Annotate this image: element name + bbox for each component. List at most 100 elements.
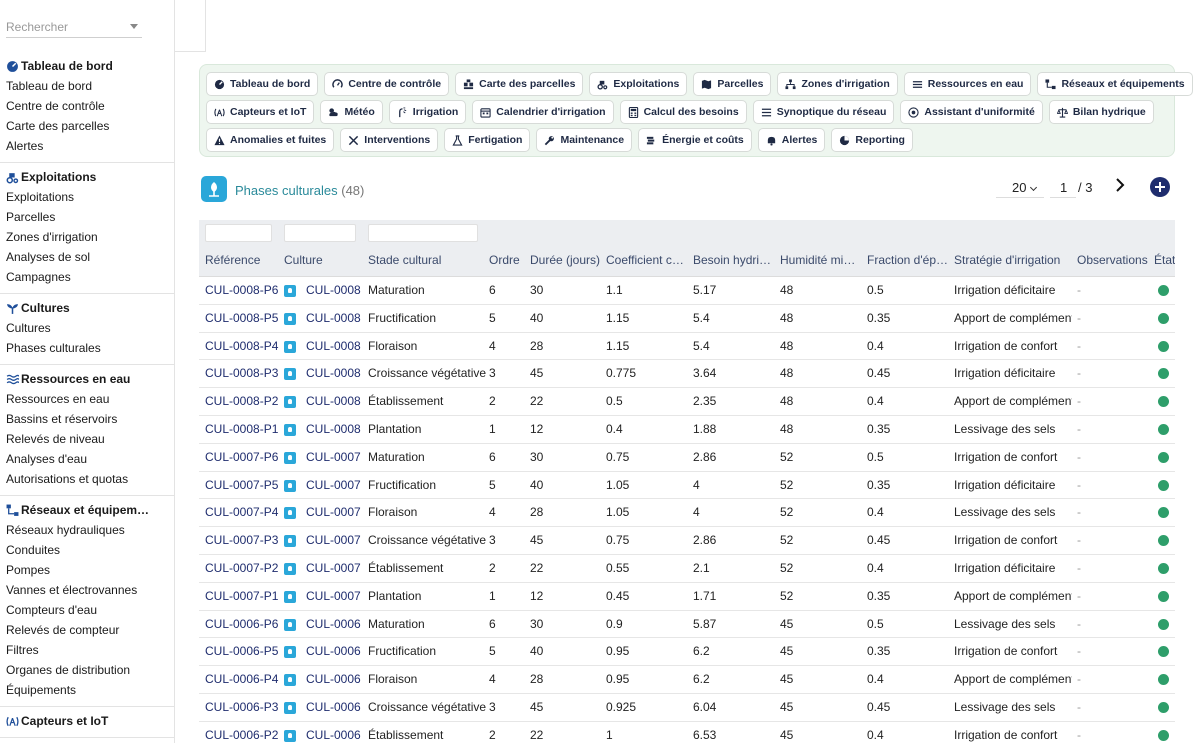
quick-link-button[interactable]: Réseaux et équipements (1037, 72, 1193, 96)
column-header[interactable]: Humidité mi… (780, 247, 862, 277)
column-header[interactable]: Coefficient c… (606, 247, 688, 277)
next-page-icon[interactable] (1113, 178, 1127, 192)
table-row[interactable]: CUL-0006-P2 CUL-0006 Établissement 2 22 1 6.53… (199, 722, 1175, 743)
reference-link[interactable]: CUL-0006-P5 (205, 638, 281, 665)
reference-link[interactable]: CUL-0007-P2 (205, 555, 281, 582)
quick-link-button[interactable]: Zones d'irrigation (777, 72, 898, 96)
search-select[interactable]: Rechercher (6, 14, 142, 38)
sidebar-item[interactable]: Autorisations et quotas (0, 469, 174, 489)
sidebar-item[interactable]: Analyses d'eau (0, 449, 174, 469)
culture-link[interactable]: CUL-0007 (306, 555, 364, 582)
column-header[interactable]: Durée (jours) (530, 247, 602, 277)
reference-link[interactable]: CUL-0008-P1 (205, 416, 281, 443)
page-size-select[interactable]: 20 (996, 176, 1044, 198)
quick-link-button[interactable]: Bilan hydrique (1048, 100, 1154, 124)
quick-link-button[interactable]: Synoptique du réseau (752, 100, 895, 124)
column-header[interactable]: Observations (1077, 247, 1149, 277)
culture-link[interactable]: CUL-0008 (306, 305, 364, 332)
reference-link[interactable]: CUL-0006-P3 (205, 694, 281, 721)
table-row[interactable]: CUL-0006-P6 CUL-0006 Maturation 6 30 0.9 5.87 4… (199, 611, 1175, 639)
quick-link-button[interactable]: Énergie et coûts (638, 128, 752, 152)
reference-link[interactable]: CUL-0006-P6 (205, 611, 281, 638)
reference-link[interactable]: CUL-0008-P4 (205, 333, 281, 360)
culture-link[interactable]: CUL-0008 (306, 333, 364, 360)
sidebar-item[interactable]: Équipements (0, 680, 174, 700)
sidebar-item[interactable]: Organes de distribution (0, 660, 174, 680)
sidebar-item[interactable]: Zones d'irrigation (0, 227, 174, 247)
culture-link[interactable]: CUL-0007 (306, 583, 364, 610)
column-header[interactable]: Stade cultural (368, 247, 486, 277)
sidebar-item[interactable]: Analyses de sol (0, 247, 174, 267)
reference-link[interactable]: CUL-0008-P6 (205, 277, 281, 304)
sidebar-item[interactable]: Campagnes (0, 267, 174, 287)
column-header[interactable]: Fraction d'ép… (867, 247, 949, 277)
quick-link-button[interactable]: Alertes (757, 128, 826, 152)
table-row[interactable]: CUL-0006-P3 CUL-0006 Croissance végétative… (199, 694, 1175, 722)
page-number-input[interactable]: 1 (1050, 176, 1076, 198)
quick-link-button[interactable]: Maintenance (536, 128, 633, 152)
quick-link-button[interactable]: Interventions (340, 128, 439, 152)
quick-link-button[interactable]: Centre de contrôle (324, 72, 450, 96)
quick-link-button[interactable]: Ressources en eau (903, 72, 1032, 96)
culture-link[interactable]: CUL-0008 (306, 360, 364, 387)
quick-link-button[interactable]: Capteurs et IoT (206, 100, 315, 124)
filter-reference-input[interactable] (205, 224, 272, 242)
table-row[interactable]: CUL-0007-P4 CUL-0007 Floraison 4 28 1.05 4 52 0.… (199, 499, 1175, 528)
quick-link-button[interactable]: Exploitations (589, 72, 688, 96)
column-header[interactable]: Besoin hydri… (693, 247, 775, 277)
column-header[interactable]: État (1154, 247, 1175, 277)
table-row[interactable]: CUL-0007-P1 CUL-0007 Plantation 1 12 0.45 1.71… (199, 583, 1175, 611)
table-row[interactable]: CUL-0006-P5 CUL-0006 Fructification 5 40 0.95… (199, 638, 1175, 667)
culture-link[interactable]: CUL-0007 (306, 527, 364, 554)
sidebar-group-title[interactable]: Tableau de bord (0, 56, 174, 76)
quick-link-button[interactable]: Carte des parcelles (455, 72, 584, 96)
quick-link-button[interactable]: Reporting (831, 128, 913, 152)
sidebar-item[interactable]: Exploitations (0, 187, 174, 207)
sidebar-item[interactable]: Alertes (0, 136, 174, 156)
reference-link[interactable]: CUL-0006-P4 (205, 666, 281, 693)
add-record-button[interactable] (1150, 177, 1170, 197)
table-row[interactable]: CUL-0007-P2 CUL-0007 Établissement 2 22 0.55 2… (199, 555, 1175, 583)
table-row[interactable]: CUL-0007-P6 CUL-0007 Maturation 6 30 0.75 2.86… (199, 444, 1175, 472)
culture-link[interactable]: CUL-0007 (306, 472, 364, 499)
chevron-down-icon[interactable] (130, 24, 138, 29)
table-row[interactable]: CUL-0007-P5 CUL-0007 Fructification 5 40 1.05… (199, 472, 1175, 500)
quick-link-button[interactable]: Irrigation (388, 100, 467, 124)
culture-link[interactable]: CUL-0007 (306, 499, 364, 526)
culture-link[interactable]: CUL-0008 (306, 277, 364, 304)
sidebar-item[interactable]: Bassins et réservoirs (0, 409, 174, 429)
reference-link[interactable]: CUL-0007-P1 (205, 583, 281, 610)
quick-link-button[interactable]: Calcul des besoins (619, 100, 747, 124)
table-row[interactable]: CUL-0006-P4 CUL-0006 Floraison 4 28 0.95 6.2 45… (199, 666, 1175, 694)
sidebar-group-title[interactable]: Ressources en eau (0, 369, 174, 389)
table-row[interactable]: CUL-0008-P1 CUL-0008 Plantation 1 12 0.4 1.88 4… (199, 416, 1175, 444)
culture-link[interactable]: CUL-0007 (306, 444, 364, 471)
quick-link-button[interactable]: Parcelles (693, 72, 772, 96)
sidebar-group-title[interactable]: Capteurs et IoT (0, 711, 174, 731)
sidebar-item[interactable]: Tableau de bord (0, 76, 174, 96)
sidebar-item[interactable]: Filtres (0, 640, 174, 660)
table-row[interactable]: CUL-0007-P3 CUL-0007 Croissance végétative… (199, 527, 1175, 555)
filter-stade-input[interactable] (368, 224, 478, 242)
quick-link-button[interactable]: Météo (320, 100, 383, 124)
sidebar-item[interactable]: Ressources en eau (0, 389, 174, 409)
sidebar-item[interactable]: Pompes (0, 560, 174, 580)
sidebar-item[interactable]: Cultures (0, 318, 174, 338)
column-header[interactable]: Référence (205, 247, 281, 277)
reference-link[interactable]: CUL-0008-P3 (205, 360, 281, 387)
filter-culture-input[interactable] (284, 224, 356, 242)
reference-link[interactable]: CUL-0008-P2 (205, 388, 281, 415)
column-header[interactable]: Stratégie d'irrigation (954, 247, 1072, 277)
sidebar-group-title[interactable]: Cultures (0, 298, 174, 318)
culture-link[interactable]: CUL-0008 (306, 388, 364, 415)
table-row[interactable]: CUL-0008-P2 CUL-0008 Établissement 2 22 0.5 2.… (199, 388, 1175, 416)
sidebar-group-title[interactable]: Réseaux et équipem… (0, 500, 174, 520)
reference-link[interactable]: CUL-0007-P3 (205, 527, 281, 554)
table-row[interactable]: CUL-0008-P6 CUL-0008 Maturation 6 30 1.1 5.17 4… (199, 277, 1175, 305)
quick-link-button[interactable]: Tableau de bord (206, 72, 319, 96)
column-header[interactable]: Culture (284, 247, 364, 277)
reference-link[interactable]: CUL-0008-P5 (205, 305, 281, 332)
quick-link-button[interactable]: Anomalies et fuites (206, 128, 335, 152)
culture-link[interactable]: CUL-0008 (306, 416, 364, 443)
sidebar-item[interactable]: Phases culturales (0, 338, 174, 358)
